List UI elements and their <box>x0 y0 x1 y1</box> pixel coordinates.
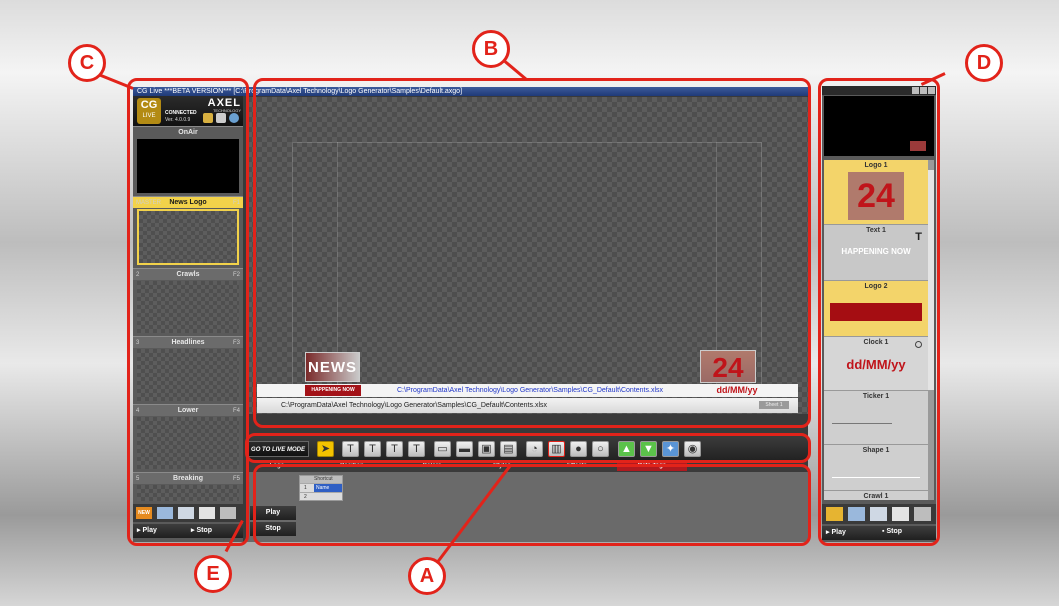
callout-c-frame <box>127 78 249 546</box>
callout-b-frame <box>253 78 811 428</box>
callout-d-frame <box>818 78 940 546</box>
callout-c-badge: C <box>68 44 106 82</box>
callout-d-badge: D <box>965 44 1003 82</box>
callout-a-badge: A <box>408 557 446 595</box>
callout-b-badge: B <box>472 30 510 68</box>
callout-a-frame <box>253 464 811 546</box>
callout-e-frame <box>245 433 811 463</box>
callout-e-badge: E <box>194 555 232 593</box>
